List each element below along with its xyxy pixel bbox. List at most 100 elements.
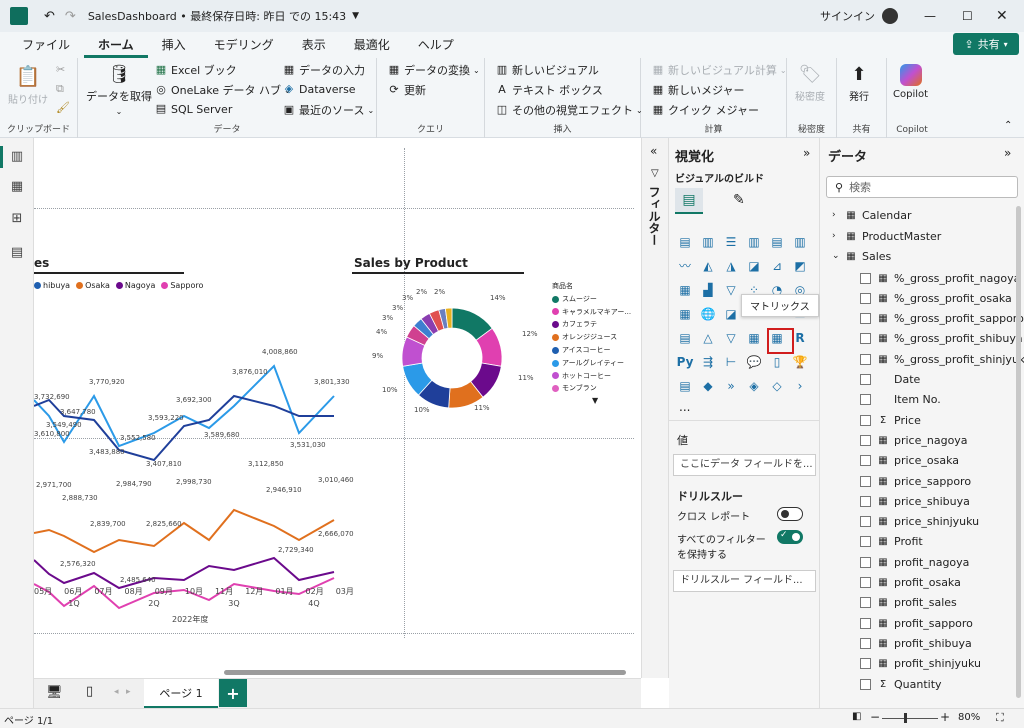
- power-automate-icon[interactable]: »: [721, 376, 741, 396]
- ribbon-chart-icon[interactable]: ▦: [675, 280, 695, 300]
- tab-home[interactable]: ホーム: [84, 32, 148, 58]
- donut-legend-item[interactable]: ホットコーヒー: [552, 370, 631, 383]
- donut-legend-item[interactable]: スムージー: [552, 293, 631, 306]
- legend-scroll-icon[interactable]: ▼: [592, 395, 631, 408]
- funnel-icon[interactable]: ▽: [721, 280, 741, 300]
- waterfall-icon[interactable]: ▟: [698, 280, 718, 300]
- viz-expand-icon[interactable]: »: [803, 146, 810, 160]
- fit-icon[interactable]: ◧: [852, 711, 861, 722]
- textbox-button[interactable]: A テキスト ボックス: [495, 82, 603, 98]
- field-item[interactable]: ▦ %_gross_profit_osaka: [860, 289, 1012, 307]
- shape-icon[interactable]: ◇: [767, 376, 787, 396]
- field-item[interactable]: Σ Price: [860, 411, 921, 429]
- field-checkbox[interactable]: [860, 313, 871, 325]
- field-checkbox[interactable]: [860, 414, 871, 426]
- area-100-icon[interactable]: ◪: [744, 256, 764, 276]
- goals-icon[interactable]: ◈: [744, 376, 764, 396]
- cross-report-toggle[interactable]: [777, 507, 803, 521]
- title-chevron-icon[interactable]: ▼: [352, 11, 359, 21]
- line-chart-icon[interactable]: 〰: [675, 256, 695, 276]
- sales-by-product-chart[interactable]: Sales by Product 14% 12% 11% 11% 10% 10%…: [352, 248, 634, 448]
- build-visual-tab[interactable]: ▤: [675, 188, 703, 214]
- field-item[interactable]: ▦ %_gross_profit_sapporo: [860, 310, 1024, 328]
- field-item[interactable]: Item No.: [860, 391, 941, 409]
- tab-view[interactable]: 表示: [288, 32, 340, 58]
- table-icon[interactable]: ▦: [744, 328, 764, 348]
- publish-button[interactable]: ⬆ 発行: [849, 64, 869, 103]
- zoom-slider[interactable]: [882, 713, 938, 723]
- keep-filters-toggle[interactable]: ✓: [777, 530, 803, 544]
- close-icon[interactable]: ✕: [996, 8, 1008, 24]
- maximize-icon[interactable]: ☐: [962, 9, 973, 23]
- add-page-button[interactable]: +: [219, 679, 247, 707]
- field-checkbox[interactable]: [860, 455, 871, 467]
- more-icon[interactable]: ›: [790, 376, 810, 396]
- sql-button[interactable]: ▤ SQL Server: [154, 102, 233, 116]
- format-visual-icon[interactable]: ✎: [733, 192, 745, 208]
- paginated-icon[interactable]: ▤: [675, 376, 695, 396]
- model-view-icon[interactable]: ⊞: [8, 210, 26, 228]
- sales-line-chart[interactable]: es hibuya Osaka Nagoya Sapporo 3,732,690…: [34, 248, 354, 628]
- field-item[interactable]: ▦ price_osaka: [860, 452, 959, 470]
- field-checkbox[interactable]: [860, 374, 871, 385]
- python-icon[interactable]: Py: [675, 352, 695, 372]
- field-checkbox[interactable]: [860, 434, 871, 446]
- table-productmaster[interactable]: › ▦ ProductMaster: [832, 227, 941, 245]
- area-chart-icon[interactable]: ◭: [698, 256, 718, 276]
- filled-map-icon[interactable]: ◪: [721, 304, 741, 324]
- qa-icon[interactable]: 💬: [744, 352, 764, 372]
- map-icon[interactable]: 🌐: [698, 304, 718, 324]
- field-checkbox[interactable]: [860, 516, 871, 528]
- matrix-highlight[interactable]: [767, 328, 794, 354]
- recent-sources-button[interactable]: ▣ 最近のソース ⌄: [282, 102, 374, 118]
- new-measure-button[interactable]: ▦ 新しいメジャー: [651, 82, 745, 98]
- minimize-icon[interactable]: —: [924, 9, 936, 23]
- donut-legend-item[interactable]: オレンジジュース: [552, 331, 631, 344]
- line-column-2-icon[interactable]: ◩: [790, 256, 810, 276]
- field-checkbox[interactable]: [860, 597, 871, 609]
- stacked-area-icon[interactable]: ◮: [721, 256, 741, 276]
- field-checkbox[interactable]: [860, 556, 871, 568]
- column-100-icon[interactable]: ▥: [790, 232, 810, 252]
- data-search-box[interactable]: ⚲ 検索: [826, 176, 1018, 198]
- decomposition-tree-icon[interactable]: ⊢: [721, 352, 741, 372]
- donut-legend-item[interactable]: キャラメルマキアー...: [552, 306, 631, 319]
- tab-insert[interactable]: 挿入: [148, 32, 200, 58]
- excel-button[interactable]: ▦ Excel ブック: [154, 62, 237, 78]
- get-data-button[interactable]: 🛢 データを取得 ⌄: [86, 64, 152, 116]
- field-item[interactable]: ▦ price_sapporo: [860, 472, 971, 490]
- data-pane-scrollbar[interactable]: [1016, 206, 1021, 698]
- redo-icon[interactable]: ↷: [65, 9, 76, 24]
- field-item[interactable]: ▦ %_gross_profit_shibuya: [860, 330, 1023, 348]
- quick-measure-button[interactable]: ▦ クイック メジャー: [651, 102, 759, 118]
- field-item[interactable]: ▦ price_shinjyuku: [860, 513, 979, 531]
- tab-file[interactable]: ファイル: [8, 32, 84, 58]
- new-visual-button[interactable]: ▥ 新しいビジュアル: [495, 62, 599, 78]
- page-tab[interactable]: ページ 1: [144, 679, 218, 709]
- line-column-icon[interactable]: ⊿: [767, 256, 787, 276]
- dax-view-icon[interactable]: ▤: [8, 244, 26, 262]
- field-item[interactable]: ▦ profit_shinjyuku: [860, 655, 981, 673]
- clustered-column-icon[interactable]: ▥: [744, 232, 764, 252]
- kpi-icon[interactable]: △: [698, 328, 718, 348]
- donut-legend-item[interactable]: カフェラテ: [552, 318, 631, 331]
- treemap-icon[interactable]: ▦: [675, 304, 695, 324]
- field-item[interactable]: ▦ price_nagoya: [860, 431, 968, 449]
- enter-data-button[interactable]: ▦ データの入力: [282, 62, 365, 78]
- field-item[interactable]: ▦ %_gross_profit_shinjyuku: [860, 350, 1024, 368]
- field-item[interactable]: ▦ price_shibuya: [860, 492, 970, 510]
- key-influencers-icon[interactable]: ⇶: [698, 352, 718, 372]
- sensitivity-button[interactable]: 🏷 秘密度: [795, 64, 825, 103]
- zoom-slider-thumb[interactable]: [904, 713, 907, 723]
- power-apps-icon[interactable]: ◆: [698, 376, 718, 396]
- multi-row-card-icon[interactable]: ▤: [675, 328, 695, 348]
- drillthrough-drop-field[interactable]: ドリルスルー フィールド...: [673, 570, 816, 592]
- field-item[interactable]: ▦ profit_osaka: [860, 574, 961, 592]
- stacked-bar-icon[interactable]: ▤: [675, 232, 695, 252]
- format-painter-icon[interactable]: 🖌: [56, 101, 70, 114]
- undo-icon[interactable]: ↶: [44, 9, 55, 24]
- donut-legend-item[interactable]: モンブラン: [552, 382, 631, 395]
- field-checkbox[interactable]: [860, 658, 871, 670]
- next-page-icon[interactable]: ▸: [126, 687, 131, 697]
- signin-link[interactable]: サインイン: [820, 8, 875, 24]
